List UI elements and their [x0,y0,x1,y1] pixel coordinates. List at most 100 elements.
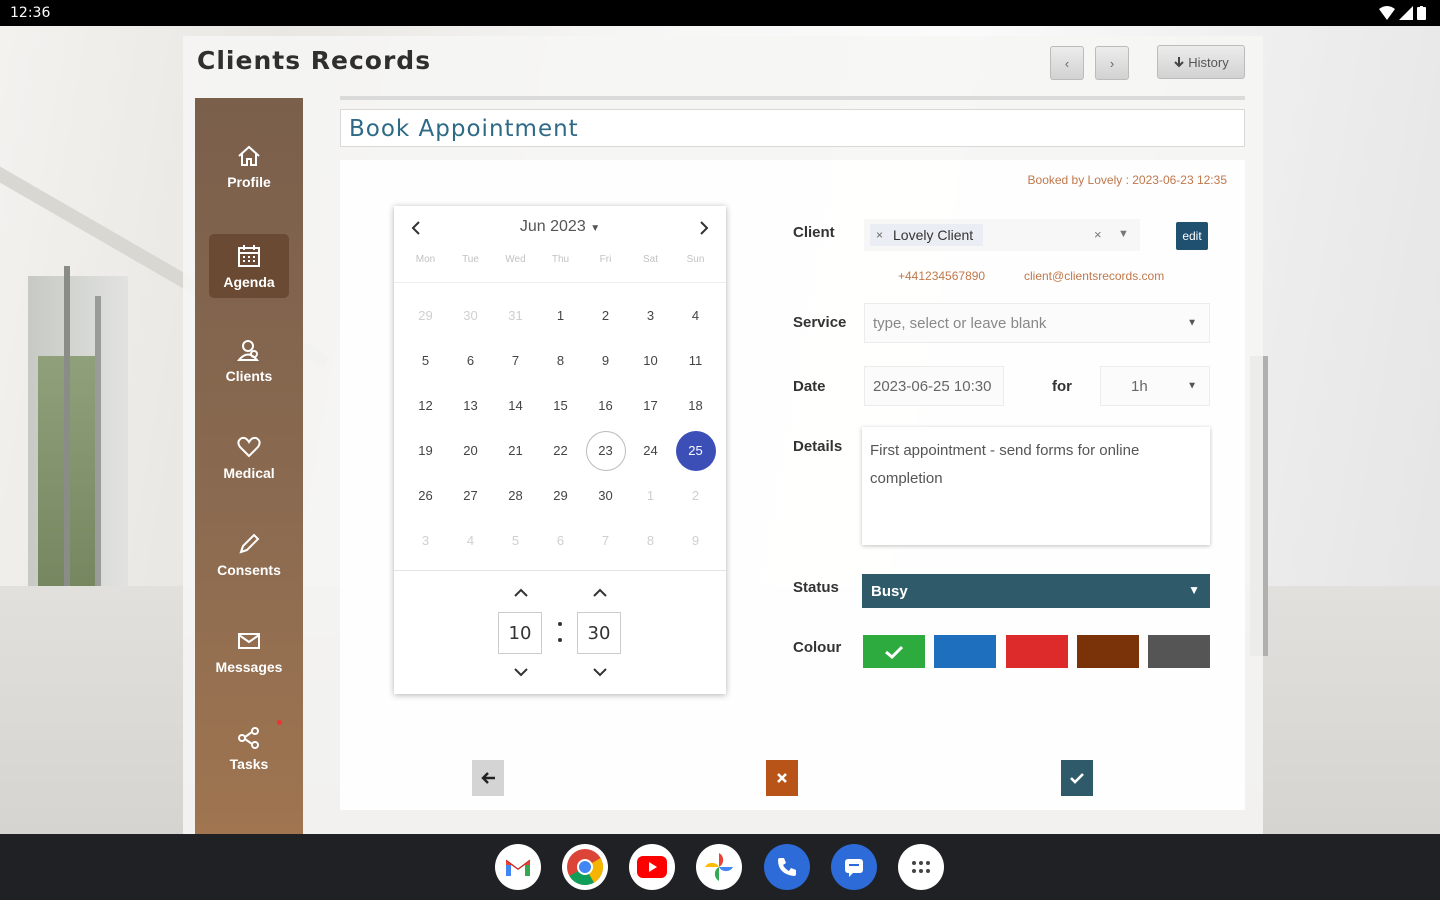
calendar-day[interactable]: 30 [583,473,628,518]
month-selector[interactable]: Jun 2023 ▼ [394,218,726,236]
calendar-day[interactable]: 16 [583,383,628,428]
chrome-icon[interactable] [562,844,608,890]
calendar-day[interactable]: 25 [673,428,718,473]
minute-down-button[interactable] [590,664,610,680]
edit-client-button[interactable]: edit [1176,222,1208,250]
calendar-day[interactable]: 29 [538,473,583,518]
sidebar-item-clients[interactable]: Clients [209,328,289,392]
calendar-day[interactable]: 2 [673,473,718,518]
sidebar-item-tasks[interactable]: Tasks [209,716,289,780]
battery-icon [1417,6,1426,20]
gmail-icon[interactable] [495,844,541,890]
sidebar-item-profile[interactable]: Profile [209,134,289,198]
sidebar-item-medical[interactable]: Medical [209,425,289,489]
chevron-down-icon[interactable]: ▼ [1118,228,1129,240]
calendar-day[interactable]: 17 [628,383,673,428]
status-label: Status [793,579,839,596]
calendar-day[interactable]: 28 [493,473,538,518]
remove-chip-icon[interactable]: × [876,228,883,242]
calendar-day[interactable]: 13 [448,383,493,428]
clear-icon[interactable]: × [1094,227,1102,242]
appointment-form: Booked by Lovely : 2023-06-23 12:35 Jun … [340,160,1245,810]
calendar-day[interactable]: 22 [538,428,583,473]
calendar-day[interactable]: 5 [403,338,448,383]
client-email[interactable]: client@clientsrecords.com [1024,269,1164,283]
calendar-day[interactable]: 6 [538,518,583,563]
calendar-day[interactable]: 1 [538,293,583,338]
calendar-day[interactable]: 4 [448,518,493,563]
calendar-day[interactable]: 4 [673,293,718,338]
calendar-day[interactable]: 9 [673,518,718,563]
calendar-day[interactable]: 29 [403,293,448,338]
sidebar-item-consents[interactable]: Consents [209,522,289,586]
details-textarea[interactable]: First appointment - send forms for onlin… [862,427,1210,545]
calendar-day[interactable]: 7 [493,338,538,383]
calendar-day[interactable]: 18 [673,383,718,428]
apps-icon[interactable] [898,844,944,890]
colour-swatch-green[interactable] [863,635,925,668]
save-button[interactable] [1061,760,1093,796]
colour-swatch-brown[interactable] [1077,635,1139,668]
system-status-bar: 12:36 [0,0,1440,26]
colour-swatch-blue[interactable] [934,635,996,668]
calendar-day[interactable]: 30 [448,293,493,338]
calendar-day[interactable]: 12 [403,383,448,428]
duration-select[interactable]: 1h ▼ [1100,366,1210,406]
calendar-day[interactable]: 6 [448,338,493,383]
hour-input[interactable]: 10 [498,612,542,654]
colour-swatch-red[interactable] [1006,635,1068,668]
hour-up-button[interactable] [511,584,531,600]
calendar-day[interactable]: 10 [628,338,673,383]
calendar-day[interactable]: 9 [583,338,628,383]
chevron-down-icon: ▼ [1187,317,1197,329]
minute-up-button[interactable] [590,584,610,600]
calendar-day-label: 30 [463,308,478,323]
status-select[interactable]: Busy ▼ [862,574,1210,608]
colour-label: Colour [793,639,842,656]
service-input[interactable]: type, select or leave blank ▼ [864,303,1210,343]
next-month-button[interactable] [694,216,714,240]
sidebar-item-label: Clients [225,367,273,384]
calendar-day[interactable]: 11 [673,338,718,383]
calendar-day[interactable]: 3 [628,293,673,338]
colour-swatch-grey[interactable] [1148,635,1210,668]
photos-icon[interactable] [696,844,742,890]
calendar-day[interactable]: 8 [538,338,583,383]
sidebar-item-agenda[interactable]: Agenda [209,234,289,298]
calendar-day[interactable]: 5 [493,518,538,563]
client-select[interactable]: × Lovely Client × ▼ [864,219,1140,251]
calendar-day[interactable]: 7 [583,518,628,563]
phone-icon[interactable] [764,844,810,890]
calendar-day[interactable]: 24 [628,428,673,473]
calendar-day-label: 8 [646,533,655,548]
calendar-day[interactable]: 26 [403,473,448,518]
minute-input[interactable]: 30 [577,612,621,654]
cancel-button[interactable] [766,760,798,796]
taskbar [0,834,1440,900]
calendar-day[interactable]: 8 [628,518,673,563]
calendar-day[interactable]: 15 [538,383,583,428]
calendar-day[interactable]: 3 [403,518,448,563]
calendar-day[interactable]: 31 [493,293,538,338]
calendar-day[interactable]: 1 [628,473,673,518]
client-phone[interactable]: +441234567890 [898,269,985,283]
back-button[interactable] [472,760,504,796]
sidebar-item-messages[interactable]: Messages [209,619,289,683]
next-button[interactable]: › [1095,46,1129,80]
youtube-icon[interactable] [629,844,675,890]
history-button[interactable]: History [1157,45,1245,79]
calendar-day[interactable]: 27 [448,473,493,518]
previous-button[interactable]: ‹ [1050,46,1084,80]
date-input[interactable]: 2023-06-25 10:30 [864,366,1004,406]
history-label: History [1188,54,1229,70]
calendar-day-label: 29 [553,488,568,503]
hour-down-button[interactable] [511,664,531,680]
calendar-day[interactable]: 14 [493,383,538,428]
calendar-day[interactable]: 2 [583,293,628,338]
calendar-day[interactable]: 20 [448,428,493,473]
calendar-day-label: 26 [418,488,433,503]
calendar-day[interactable]: 21 [493,428,538,473]
calendar-day[interactable]: 23 [583,428,628,473]
messages-icon[interactable] [831,844,877,890]
calendar-day[interactable]: 19 [403,428,448,473]
